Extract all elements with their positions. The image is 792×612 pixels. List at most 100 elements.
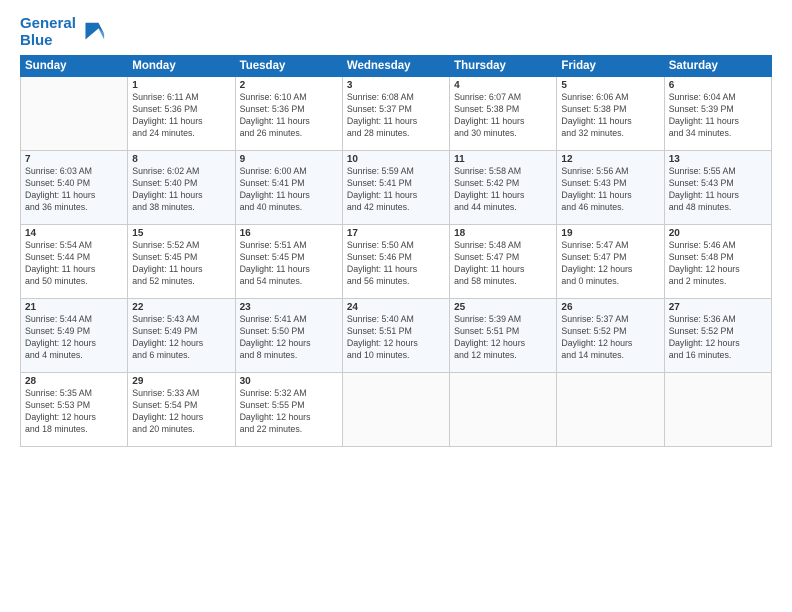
calendar-cell: 16Sunrise: 5:51 AM Sunset: 5:45 PM Dayli… xyxy=(235,225,342,299)
day-info: Sunrise: 5:47 AM Sunset: 5:47 PM Dayligh… xyxy=(561,240,659,288)
calendar-cell: 4Sunrise: 6:07 AM Sunset: 5:38 PM Daylig… xyxy=(450,77,557,151)
day-info: Sunrise: 5:50 AM Sunset: 5:46 PM Dayligh… xyxy=(347,240,445,288)
day-info: Sunrise: 5:36 AM Sunset: 5:52 PM Dayligh… xyxy=(669,314,767,362)
calendar-cell: 30Sunrise: 5:32 AM Sunset: 5:55 PM Dayli… xyxy=(235,373,342,447)
day-info: Sunrise: 6:10 AM Sunset: 5:36 PM Dayligh… xyxy=(240,92,338,140)
day-info: Sunrise: 5:40 AM Sunset: 5:51 PM Dayligh… xyxy=(347,314,445,362)
day-number: 24 xyxy=(347,302,445,313)
calendar-cell xyxy=(21,77,128,151)
calendar-cell: 6Sunrise: 6:04 AM Sunset: 5:39 PM Daylig… xyxy=(664,77,771,151)
day-number: 20 xyxy=(669,228,767,239)
day-info: Sunrise: 6:07 AM Sunset: 5:38 PM Dayligh… xyxy=(454,92,552,140)
calendar-body: 1Sunrise: 6:11 AM Sunset: 5:36 PM Daylig… xyxy=(21,77,772,447)
calendar-cell: 26Sunrise: 5:37 AM Sunset: 5:52 PM Dayli… xyxy=(557,299,664,373)
week-row-5: 28Sunrise: 5:35 AM Sunset: 5:53 PM Dayli… xyxy=(21,373,772,447)
day-number: 19 xyxy=(561,228,659,239)
calendar-cell xyxy=(557,373,664,447)
day-number: 15 xyxy=(132,228,230,239)
logo: General Blue xyxy=(20,16,106,49)
day-info: Sunrise: 5:35 AM Sunset: 5:53 PM Dayligh… xyxy=(25,388,123,436)
logo-blue: Blue xyxy=(20,33,76,50)
col-saturday: Saturday xyxy=(664,56,771,77)
calendar-cell: 25Sunrise: 5:39 AM Sunset: 5:51 PM Dayli… xyxy=(450,299,557,373)
day-number: 4 xyxy=(454,80,552,91)
calendar-cell: 10Sunrise: 5:59 AM Sunset: 5:41 PM Dayli… xyxy=(342,151,449,225)
day-number: 25 xyxy=(454,302,552,313)
week-row-1: 1Sunrise: 6:11 AM Sunset: 5:36 PM Daylig… xyxy=(21,77,772,151)
day-info: Sunrise: 5:32 AM Sunset: 5:55 PM Dayligh… xyxy=(240,388,338,436)
calendar-table: SundayMondayTuesdayWednesdayThursdayFrid… xyxy=(20,55,772,447)
calendar-cell: 3Sunrise: 6:08 AM Sunset: 5:37 PM Daylig… xyxy=(342,77,449,151)
day-number: 28 xyxy=(25,376,123,387)
day-info: Sunrise: 6:02 AM Sunset: 5:40 PM Dayligh… xyxy=(132,166,230,214)
calendar-cell: 23Sunrise: 5:41 AM Sunset: 5:50 PM Dayli… xyxy=(235,299,342,373)
calendar-cell: 29Sunrise: 5:33 AM Sunset: 5:54 PM Dayli… xyxy=(128,373,235,447)
day-info: Sunrise: 5:54 AM Sunset: 5:44 PM Dayligh… xyxy=(25,240,123,288)
logo-text: General xyxy=(20,16,76,33)
day-number: 2 xyxy=(240,80,338,91)
calendar-cell: 13Sunrise: 5:55 AM Sunset: 5:43 PM Dayli… xyxy=(664,151,771,225)
day-number: 29 xyxy=(132,376,230,387)
day-number: 9 xyxy=(240,154,338,165)
day-info: Sunrise: 5:51 AM Sunset: 5:45 PM Dayligh… xyxy=(240,240,338,288)
calendar-cell xyxy=(342,373,449,447)
week-row-3: 14Sunrise: 5:54 AM Sunset: 5:44 PM Dayli… xyxy=(21,225,772,299)
day-number: 12 xyxy=(561,154,659,165)
day-number: 10 xyxy=(347,154,445,165)
col-tuesday: Tuesday xyxy=(235,56,342,77)
day-number: 17 xyxy=(347,228,445,239)
calendar-cell: 21Sunrise: 5:44 AM Sunset: 5:49 PM Dayli… xyxy=(21,299,128,373)
day-info: Sunrise: 6:06 AM Sunset: 5:38 PM Dayligh… xyxy=(561,92,659,140)
week-row-4: 21Sunrise: 5:44 AM Sunset: 5:49 PM Dayli… xyxy=(21,299,772,373)
day-info: Sunrise: 6:00 AM Sunset: 5:41 PM Dayligh… xyxy=(240,166,338,214)
day-info: Sunrise: 6:11 AM Sunset: 5:36 PM Dayligh… xyxy=(132,92,230,140)
day-number: 30 xyxy=(240,376,338,387)
day-info: Sunrise: 5:56 AM Sunset: 5:43 PM Dayligh… xyxy=(561,166,659,214)
day-info: Sunrise: 5:48 AM Sunset: 5:47 PM Dayligh… xyxy=(454,240,552,288)
day-number: 8 xyxy=(132,154,230,165)
day-number: 22 xyxy=(132,302,230,313)
calendar-cell: 5Sunrise: 6:06 AM Sunset: 5:38 PM Daylig… xyxy=(557,77,664,151)
day-info: Sunrise: 5:58 AM Sunset: 5:42 PM Dayligh… xyxy=(454,166,552,214)
day-number: 7 xyxy=(25,154,123,165)
calendar-cell xyxy=(450,373,557,447)
day-number: 23 xyxy=(240,302,338,313)
col-friday: Friday xyxy=(557,56,664,77)
day-number: 27 xyxy=(669,302,767,313)
day-number: 26 xyxy=(561,302,659,313)
calendar-cell xyxy=(664,373,771,447)
col-monday: Monday xyxy=(128,56,235,77)
day-number: 5 xyxy=(561,80,659,91)
calendar-cell: 15Sunrise: 5:52 AM Sunset: 5:45 PM Dayli… xyxy=(128,225,235,299)
day-number: 11 xyxy=(454,154,552,165)
calendar-cell: 19Sunrise: 5:47 AM Sunset: 5:47 PM Dayli… xyxy=(557,225,664,299)
day-number: 3 xyxy=(347,80,445,91)
header-row: SundayMondayTuesdayWednesdayThursdayFrid… xyxy=(21,56,772,77)
day-info: Sunrise: 5:55 AM Sunset: 5:43 PM Dayligh… xyxy=(669,166,767,214)
day-info: Sunrise: 5:44 AM Sunset: 5:49 PM Dayligh… xyxy=(25,314,123,362)
calendar-cell: 22Sunrise: 5:43 AM Sunset: 5:49 PM Dayli… xyxy=(128,299,235,373)
calendar-cell: 20Sunrise: 5:46 AM Sunset: 5:48 PM Dayli… xyxy=(664,225,771,299)
calendar-cell: 27Sunrise: 5:36 AM Sunset: 5:52 PM Dayli… xyxy=(664,299,771,373)
logo-icon xyxy=(78,19,106,47)
header: General Blue xyxy=(20,16,772,49)
calendar-cell: 11Sunrise: 5:58 AM Sunset: 5:42 PM Dayli… xyxy=(450,151,557,225)
col-sunday: Sunday xyxy=(21,56,128,77)
day-number: 1 xyxy=(132,80,230,91)
day-number: 6 xyxy=(669,80,767,91)
day-number: 21 xyxy=(25,302,123,313)
day-info: Sunrise: 5:43 AM Sunset: 5:49 PM Dayligh… xyxy=(132,314,230,362)
day-number: 18 xyxy=(454,228,552,239)
day-number: 14 xyxy=(25,228,123,239)
day-info: Sunrise: 6:08 AM Sunset: 5:37 PM Dayligh… xyxy=(347,92,445,140)
logo-general: General xyxy=(20,15,76,32)
day-info: Sunrise: 6:03 AM Sunset: 5:40 PM Dayligh… xyxy=(25,166,123,214)
day-number: 13 xyxy=(669,154,767,165)
calendar-header: SundayMondayTuesdayWednesdayThursdayFrid… xyxy=(21,56,772,77)
day-info: Sunrise: 5:33 AM Sunset: 5:54 PM Dayligh… xyxy=(132,388,230,436)
calendar-cell: 7Sunrise: 6:03 AM Sunset: 5:40 PM Daylig… xyxy=(21,151,128,225)
day-info: Sunrise: 5:39 AM Sunset: 5:51 PM Dayligh… xyxy=(454,314,552,362)
col-thursday: Thursday xyxy=(450,56,557,77)
day-number: 16 xyxy=(240,228,338,239)
day-info: Sunrise: 5:41 AM Sunset: 5:50 PM Dayligh… xyxy=(240,314,338,362)
